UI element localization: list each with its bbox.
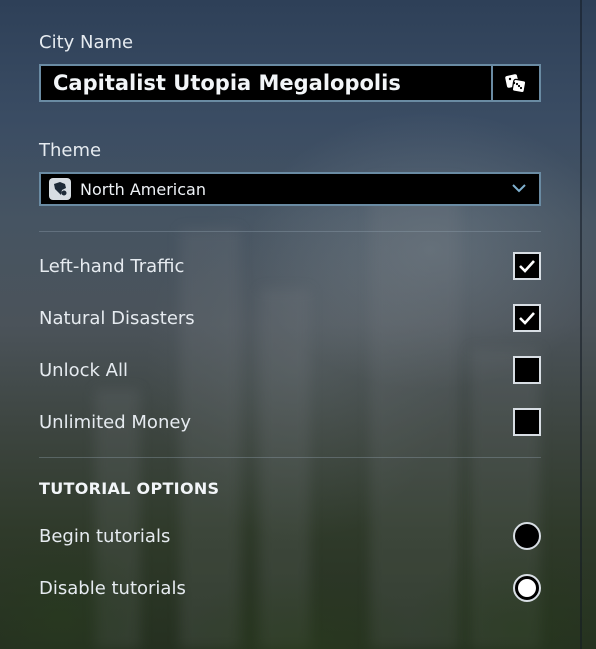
checkmark-icon: [519, 312, 535, 325]
natural-disasters-checkbox[interactable]: [513, 304, 541, 332]
option-label: Natural Disasters: [39, 308, 195, 329]
option-unlimited-money: Unlimited Money: [39, 408, 541, 438]
begin-tutorials-radio[interactable]: [513, 522, 541, 550]
city-name-input[interactable]: Capitalist Utopia Megalopolis: [39, 64, 491, 102]
unlock-all-checkbox[interactable]: [513, 356, 541, 384]
tutorial-disable-option: Disable tutorials: [39, 574, 541, 604]
unlimited-money-checkbox[interactable]: [513, 408, 541, 436]
tutorial-begin-option: Begin tutorials: [39, 522, 541, 552]
radio-selected-dot: [518, 579, 536, 597]
theme-label: Theme: [39, 140, 102, 161]
option-label: Unlimited Money: [39, 412, 192, 433]
theme-selected-value: North American: [80, 179, 206, 199]
randomize-name-button[interactable]: [491, 64, 541, 102]
option-unlock-all: Unlock All: [39, 356, 541, 386]
chevron-down-icon: [512, 184, 526, 193]
theme-dropdown[interactable]: North American: [39, 172, 541, 206]
left-hand-traffic-checkbox[interactable]: [513, 252, 541, 280]
dice-icon: [505, 74, 527, 94]
option-label: Disable tutorials: [39, 578, 186, 599]
option-left-hand-traffic: Left-hand Traffic: [39, 252, 541, 282]
city-name-label: City Name: [39, 32, 134, 53]
north-america-icon: [49, 178, 71, 200]
checkmark-icon: [519, 260, 535, 273]
option-label: Left-hand Traffic: [39, 256, 185, 277]
option-label: Unlock All: [39, 360, 128, 381]
tutorial-options-heading: TUTORIAL OPTIONS: [39, 479, 220, 498]
divider: [39, 457, 541, 458]
disable-tutorials-radio[interactable]: [513, 574, 541, 602]
option-label: Begin tutorials: [39, 526, 171, 547]
divider: [39, 231, 541, 232]
option-natural-disasters: Natural Disasters: [39, 304, 541, 334]
panel-edge: [580, 0, 582, 649]
